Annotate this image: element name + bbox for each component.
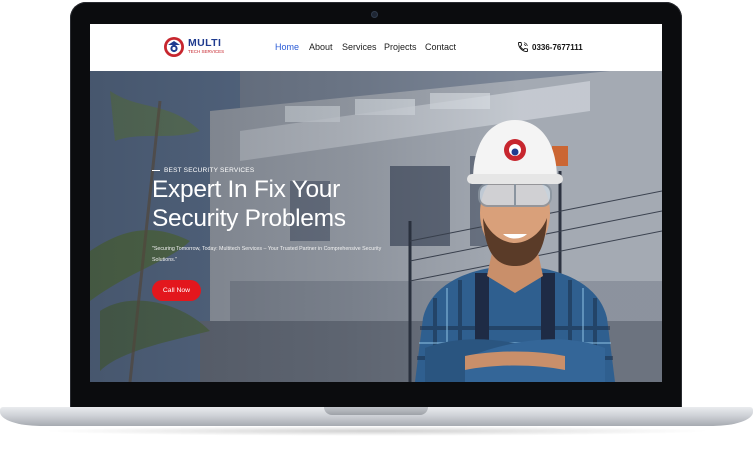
eyebrow-dash: [152, 169, 160, 171]
camera-shield-icon: [164, 37, 184, 57]
hero-quote: "Securing Tomorrow, Today: Multitech Ser…: [152, 246, 382, 263]
hero-title: Expert In Fix Your Security Problems: [152, 175, 412, 233]
logo-tagline: TECH SERVICES: [188, 49, 225, 54]
hero-eyebrow-text: BEST SECURITY SERVICES: [164, 167, 255, 174]
laptop-screen: MULTI TECH SERVICES Home About Services …: [90, 24, 662, 382]
technician-image: [415, 120, 615, 382]
hero-eyebrow: BEST SECURITY SERVICES: [152, 167, 254, 174]
site-header: MULTI TECH SERVICES Home About Services …: [90, 24, 662, 71]
nav-item-contact[interactable]: Contact: [425, 42, 456, 52]
nav-item-projects[interactable]: Projects: [384, 42, 417, 52]
logo-name: MULTI: [188, 37, 222, 49]
hero-section: BEST SECURITY SERVICES Expert In Fix You…: [90, 71, 662, 382]
webcam-icon: [371, 11, 378, 18]
call-now-button[interactable]: Call Now: [152, 280, 201, 301]
phone-number: 0336-7677111: [532, 43, 583, 52]
phone-icon: [518, 42, 528, 52]
laptop-notch: [324, 407, 428, 415]
hero-title-line-2: Security Problems: [152, 205, 346, 232]
hero-title-line-1: Expert In Fix Your: [152, 176, 340, 203]
nav-item-services[interactable]: Services: [342, 42, 377, 52]
laptop-shadow: [40, 426, 713, 436]
site-logo[interactable]: MULTI TECH SERVICES: [163, 36, 225, 60]
nav-item-home[interactable]: Home: [275, 42, 299, 52]
nav-item-about[interactable]: About: [309, 42, 333, 52]
